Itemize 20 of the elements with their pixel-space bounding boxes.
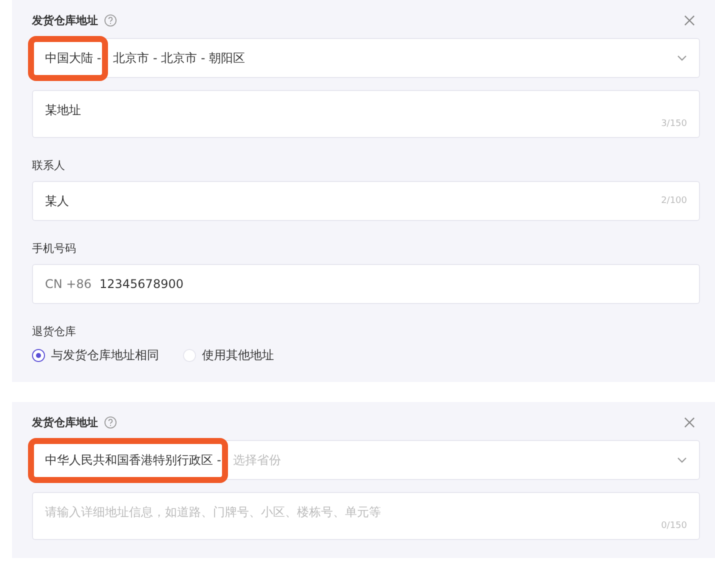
char-count: 0/150 (661, 521, 687, 531)
radio-option[interactable]: 使用其他地址 (183, 347, 274, 364)
field-label: 联系人 (32, 158, 66, 173)
close-icon[interactable] (684, 14, 695, 26)
chevron-down-icon (677, 55, 687, 61)
char-count: 3/150 (661, 119, 687, 129)
section-title: 发货仓库地址 (32, 414, 98, 430)
radio-option[interactable]: 与发货仓库地址相同 (32, 347, 159, 364)
address-field[interactable]: 某地址 3/150 (32, 90, 700, 138)
field-label: 手机号码 (32, 241, 77, 256)
help-icon[interactable] (104, 14, 117, 26)
char-count: 2/100 (661, 196, 687, 206)
phone-field[interactable]: CN +86 12345678900 (32, 264, 700, 304)
close-icon[interactable] (684, 416, 695, 428)
chevron-down-icon (677, 457, 687, 463)
country-code[interactable]: CN +86 (45, 277, 92, 291)
section-title: 发货仓库地址 (32, 12, 98, 28)
field-label: 退货仓库 (32, 324, 77, 339)
help-icon[interactable] (104, 416, 117, 428)
contact-field[interactable]: 某人 2/100 (32, 181, 700, 221)
